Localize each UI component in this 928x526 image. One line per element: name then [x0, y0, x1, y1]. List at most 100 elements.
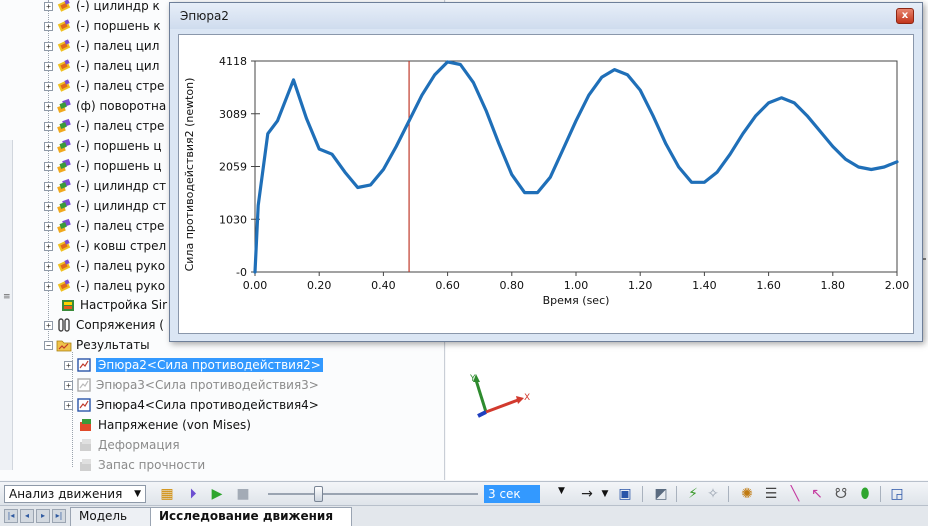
prev-tab-icon[interactable]: ◂: [20, 509, 34, 523]
expand-icon[interactable]: +: [44, 141, 53, 151]
gravity-icon[interactable]: ⬮: [856, 485, 874, 503]
chevron-down-icon: ▼: [558, 486, 565, 496]
tab-model[interactable]: Модель: [70, 507, 152, 526]
deformation-plot-icon: [78, 437, 94, 453]
tab-motion-study[interactable]: Исследование движения 1: [150, 507, 352, 526]
tree-item-component[interactable]: + (-) поршень ц: [44, 156, 162, 176]
tree-item-result[interactable]: + Эпюра4<Сила противодействия4>: [64, 395, 319, 415]
duration-select[interactable]: 3 сек ▼: [484, 485, 570, 503]
next-tab-icon[interactable]: ▸: [36, 509, 50, 523]
x-tick-label: 1.00: [564, 279, 589, 292]
chevron-down-icon: ▼: [134, 489, 141, 499]
expand-icon[interactable]: +: [44, 21, 53, 31]
x-tick-label: 0.60: [435, 279, 460, 292]
tree-item-component[interactable]: + (-) цилиндр ст: [44, 196, 166, 216]
playback-slider-thumb[interactable]: [314, 486, 323, 502]
tree-item-result[interactable]: + Эпюра2<Сила противодействия2>: [64, 355, 323, 375]
y-tick-label: 1030: [219, 213, 247, 226]
tree-item-component[interactable]: + (-) палец стре: [44, 216, 164, 236]
expand-icon[interactable]: +: [44, 181, 53, 191]
x-tick-label: 2.00: [885, 279, 910, 292]
tab-label: Модель: [79, 509, 128, 523]
tree-item-component[interactable]: + (-) палец стре: [44, 116, 164, 136]
expand-icon[interactable]: +: [44, 201, 53, 211]
first-tab-icon[interactable]: |◂: [4, 509, 18, 523]
tree-item-component[interactable]: + (-) палец стре: [44, 76, 164, 96]
results-plot-icon[interactable]: ◲: [888, 485, 906, 503]
chart-area: 0.00 0.20 0.40 0.60 0.80 1.00 1.20 1.40 1.60 1.80…: [178, 34, 914, 334]
tree-item-result[interactable]: Запас прочности: [78, 455, 205, 475]
autokey-icon[interactable]: ⚡: [684, 485, 702, 503]
save-animation-icon[interactable]: ▣: [616, 485, 634, 503]
plot-frame: [254, 60, 898, 273]
expand-icon[interactable]: +: [44, 161, 53, 171]
x-tick-label: 1.20: [628, 279, 653, 292]
tree-item-component[interactable]: + (-) цилиндр ст: [44, 176, 166, 196]
expand-icon[interactable]: +: [64, 360, 73, 370]
plot-window[interactable]: Эпюра2 x 0.00 0.20 0.40 0.60 0.80 1.00 1.20 1.4…: [169, 2, 923, 342]
motor-icon[interactable]: ✺: [738, 485, 756, 503]
expand-icon[interactable]: +: [44, 121, 53, 131]
expand-icon[interactable]: +: [44, 261, 53, 271]
window-title: Эпюра2: [180, 9, 229, 23]
calculate-icon[interactable]: ▦: [158, 485, 176, 503]
collapse-icon[interactable]: −: [44, 340, 53, 350]
expand-icon[interactable]: +: [44, 241, 53, 251]
playback-slider-track[interactable]: [268, 493, 478, 495]
expand-icon[interactable]: +: [44, 41, 53, 51]
tree-item-results[interactable]: − Результаты: [44, 335, 150, 355]
stop-icon[interactable]: ■: [234, 485, 252, 503]
y-tick-label: 4118: [219, 55, 247, 68]
tree-item-component[interactable]: + (-) палец цил: [44, 36, 159, 56]
expand-icon[interactable]: +: [44, 1, 53, 11]
force-icon[interactable]: ↖: [808, 485, 826, 503]
play-from-start-icon[interactable]: ⏵: [184, 485, 202, 503]
last-tab-icon[interactable]: ▸|: [52, 509, 66, 523]
tree-item-component[interactable]: + (-) палец руко: [44, 256, 165, 276]
motion-toolbar: Анализ движения ▼ ▦ ⏵ ▶ ■ 3 сек ▼ → ▼ ▣ …: [0, 481, 928, 505]
close-button[interactable]: x: [896, 8, 914, 24]
simulation-settings-icon: [60, 297, 76, 313]
subassembly-icon: [56, 118, 72, 134]
results-folder-icon: [56, 337, 72, 353]
window-titlebar[interactable]: Эпюра2 x: [170, 3, 922, 29]
tree-item-result[interactable]: + Эпюра3<Сила противодействия3>: [64, 375, 319, 395]
contact-icon[interactable]: ☋: [832, 485, 850, 503]
expand-icon[interactable]: +: [44, 101, 53, 111]
tree-item-component[interactable]: + (-) палец руко: [44, 276, 165, 296]
animation-wizard-icon[interactable]: ◩: [652, 485, 670, 503]
tree-item-label: (-) палец руко: [76, 259, 166, 273]
tree-item-component[interactable]: + (-) поршень ц: [44, 136, 162, 156]
tree-item-component[interactable]: + (ф) поворотна: [44, 96, 166, 116]
spring-icon[interactable]: ☰: [762, 485, 780, 503]
close-icon: x: [901, 10, 909, 21]
chevron-down-icon[interactable]: ▼: [596, 485, 614, 503]
expand-icon[interactable]: +: [44, 81, 53, 91]
expand-icon[interactable]: +: [44, 320, 53, 330]
plot-icon: [76, 357, 92, 373]
damper-icon[interactable]: ╲: [786, 485, 804, 503]
expand-icon[interactable]: +: [44, 61, 53, 71]
panel-splitter[interactable]: ≡: [0, 140, 13, 470]
tree-item-label: (-) цилиндр к: [76, 0, 160, 13]
subassembly-icon: [56, 158, 72, 174]
tree-item-component[interactable]: + (-) поршень к: [44, 16, 161, 36]
playback-mode-icon[interactable]: →: [578, 485, 596, 503]
expand-icon[interactable]: +: [64, 400, 73, 410]
tree-item-component[interactable]: + (-) палец цил: [44, 56, 159, 76]
expand-icon[interactable]: +: [44, 281, 53, 291]
add-key-icon[interactable]: ✧: [704, 485, 722, 503]
tree-item-result[interactable]: Деформация: [78, 435, 180, 455]
tree-item-component[interactable]: + (-) цилиндр к: [44, 0, 160, 16]
tree-item-label: Эпюра4<Сила противодействия4>: [96, 398, 319, 412]
tree-item-result[interactable]: Напряжение (von Mises): [78, 415, 251, 435]
subassembly-icon: [56, 198, 72, 214]
tree-item-label: (-) палец руко: [76, 279, 166, 293]
expand-icon[interactable]: +: [64, 380, 73, 390]
tree-item-mates[interactable]: + Сопряжения (: [44, 315, 164, 335]
play-icon[interactable]: ▶: [208, 485, 226, 503]
study-type-select[interactable]: Анализ движения ▼: [4, 485, 146, 503]
expand-icon[interactable]: +: [44, 221, 53, 231]
tree-item-settings[interactable]: Настройка Sir: [60, 295, 167, 315]
tree-item-component[interactable]: + (-) ковш стрел: [44, 236, 166, 256]
